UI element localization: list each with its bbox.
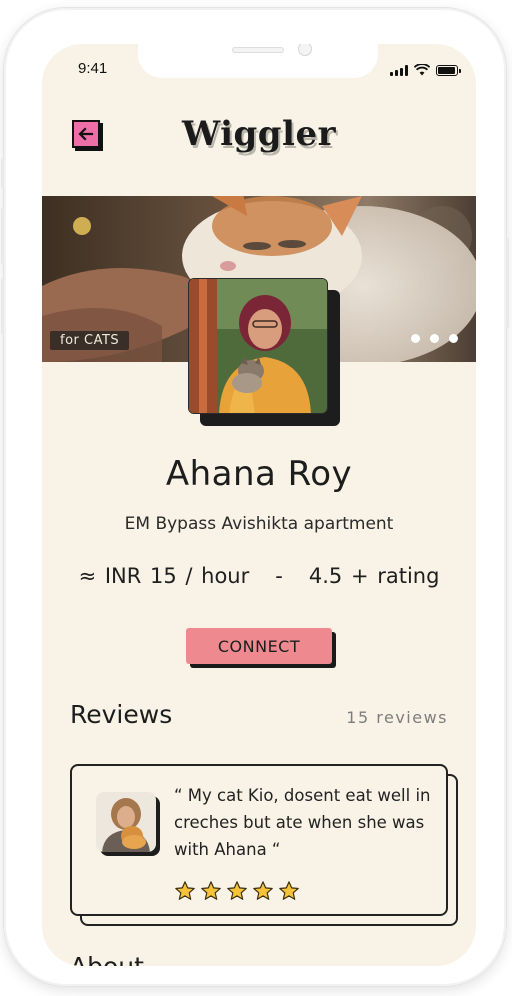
app-title: Wiggler	[181, 114, 336, 154]
category-badge: for CATS	[50, 331, 130, 350]
profile-name: Ahana Roy	[165, 454, 353, 494]
profile-avatar	[188, 278, 340, 426]
connect-label: CONNECT	[186, 628, 332, 664]
reviewer-photo	[96, 792, 156, 852]
profile-photo	[189, 279, 327, 413]
price-rating: ≈ INR 15 / hour - 4.5 + rating	[78, 564, 440, 588]
star-icon	[201, 881, 221, 900]
star-icon	[253, 881, 273, 900]
star-icon	[175, 881, 195, 900]
front-camera	[298, 44, 312, 56]
more-dots-icon[interactable]	[411, 334, 458, 343]
notch	[138, 44, 378, 78]
profile-address: EM Bypass Avishikta apartment	[124, 514, 394, 534]
volume-down-button	[1, 278, 4, 334]
review-stars	[174, 880, 300, 902]
review-text: “ My cat Kio, dosent eat well in creches…	[174, 786, 431, 859]
phone-frame: 9:41 Wiggler for CATS Ahana Roy EM Bypas…	[1, 8, 509, 986]
status-icons	[390, 64, 461, 76]
star-icon	[279, 881, 299, 900]
reviews-count[interactable]: 15 reviews	[346, 708, 448, 727]
app-screen: 9:41 Wiggler for CATS Ahana Roy EM Bypas…	[42, 44, 476, 966]
mute-switch	[1, 158, 4, 188]
review-card[interactable]: “ My cat Kio, dosent eat well in creches…	[70, 764, 448, 916]
connect-button[interactable]: CONNECT	[186, 628, 336, 668]
wifi-icon	[414, 64, 430, 76]
status-time: 9:41	[78, 60, 108, 77]
about-heading: About	[70, 952, 144, 966]
volume-up-button	[1, 208, 4, 264]
signal-icon	[390, 64, 408, 76]
star-icon	[227, 881, 247, 900]
reviews-heading: Reviews	[70, 700, 173, 729]
reviewer-avatar	[96, 792, 160, 856]
speaker	[232, 47, 284, 53]
power-button	[506, 238, 509, 328]
battery-icon	[436, 64, 461, 76]
